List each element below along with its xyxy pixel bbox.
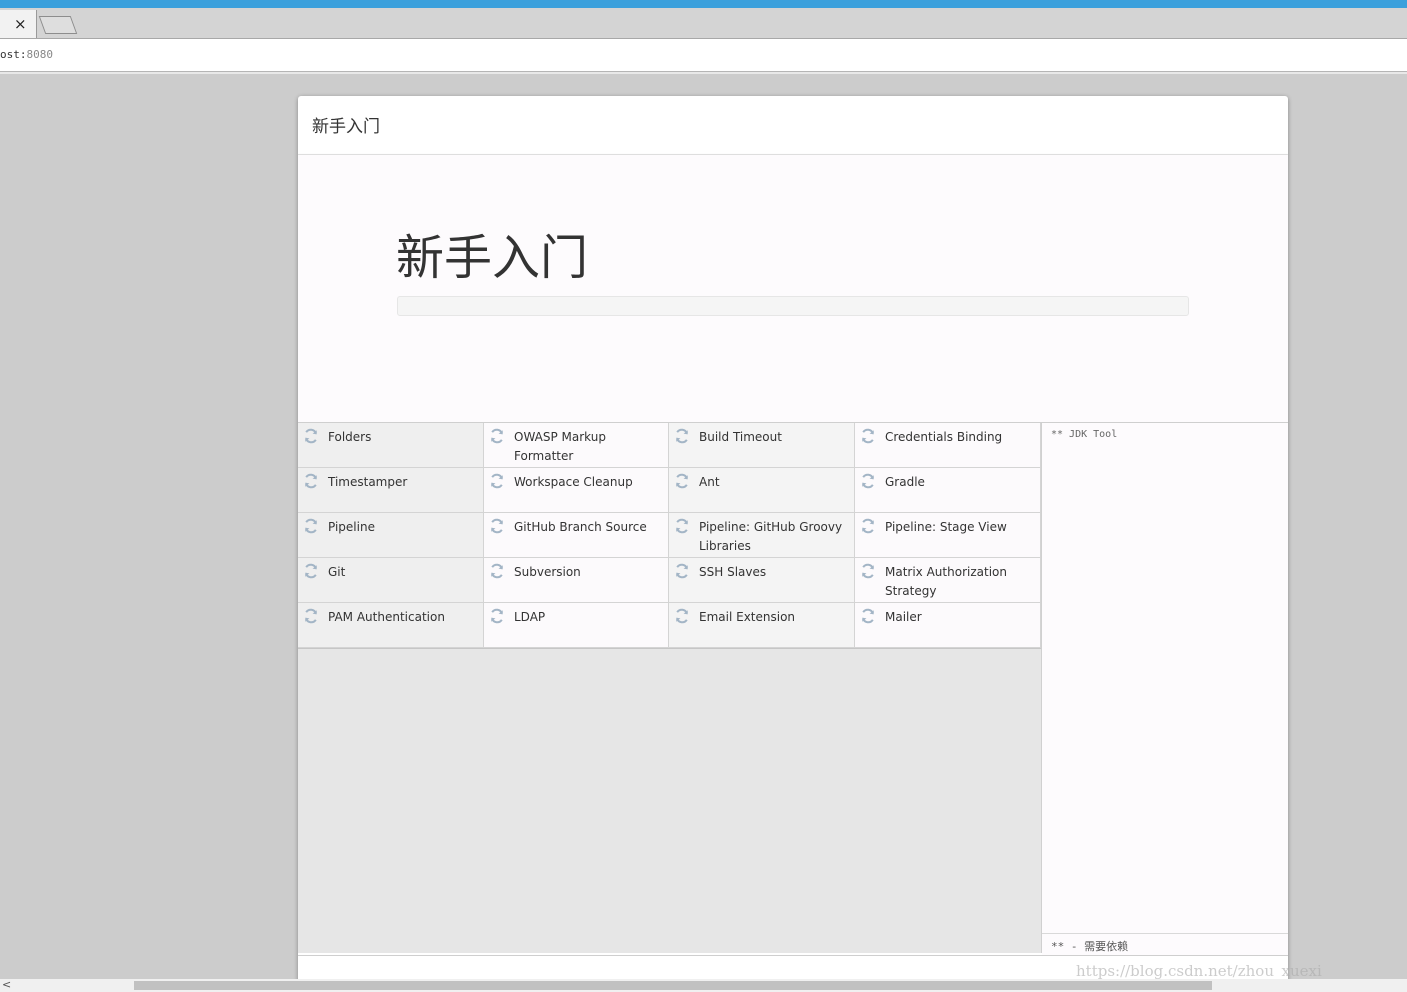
refresh-icon (305, 518, 317, 534)
plugin-item: PAM Authentication (298, 603, 484, 648)
plugin-name: Email Extension (699, 610, 796, 624)
plugin-name: Matrix Authorization Strategy (885, 565, 1007, 598)
dependency-legend: ** - 需要依赖 (1051, 940, 1129, 953)
close-tab-icon[interactable]: × (14, 14, 27, 34)
plugin-name: Timestamper (328, 475, 408, 489)
toolbar-divider (0, 72, 1407, 74)
plugin-name: Git (328, 565, 346, 579)
refresh-icon (305, 473, 317, 489)
refresh-icon (862, 563, 874, 579)
refresh-icon (862, 518, 874, 534)
plugin-name: LDAP (514, 610, 546, 624)
refresh-icon (862, 428, 874, 444)
plugin-item: Matrix Authorization Strategy (855, 558, 1041, 603)
refresh-icon (491, 563, 503, 579)
refresh-icon (862, 608, 874, 624)
scroll-left-icon[interactable]: < (2, 978, 11, 991)
plugin-item: SSH Slaves (669, 558, 855, 603)
plugin-item: Email Extension (669, 603, 855, 648)
refresh-icon (676, 563, 688, 579)
hero-title: 新手入门 (396, 230, 589, 286)
plugin-item: Subversion (484, 558, 669, 603)
new-tab-icon[interactable] (38, 16, 78, 34)
dialog-title: 新手入门 (312, 117, 380, 137)
scrollbar-thumb[interactable] (134, 981, 1212, 990)
refresh-icon (305, 428, 317, 444)
install-log-panel[interactable]: ** JDK Tool ** - 需要依赖 (1042, 423, 1288, 956)
plugin-name: PAM Authentication (328, 610, 445, 624)
plugin-name: Folders (328, 430, 372, 444)
refresh-icon (305, 563, 317, 579)
plugin-name: Mailer (885, 610, 922, 624)
plugin-item: Pipeline: GitHub Groovy Libraries (669, 513, 855, 558)
refresh-icon (676, 428, 688, 444)
hero-section: 新手入门 (298, 155, 1288, 423)
refresh-icon (305, 608, 317, 624)
refresh-icon (862, 473, 874, 489)
plugin-item: Pipeline (298, 513, 484, 558)
install-log-text: ** JDK Tool (1051, 429, 1118, 440)
install-log-legend: ** - 需要依赖 (1042, 933, 1288, 956)
refresh-icon (491, 608, 503, 624)
refresh-icon (491, 473, 503, 489)
plugin-name: Pipeline: Stage View (885, 520, 1007, 534)
plugin-item: Build Timeout (669, 423, 855, 468)
plugin-name: Gradle (885, 475, 925, 489)
setup-wizard-dialog: 新手入门 新手入门 Folders OWASP Markup Formatter B… (298, 96, 1288, 992)
refresh-icon (491, 428, 503, 444)
plugin-grid: Folders OWASP Markup Formatter Build Timeo… (298, 423, 1041, 649)
refresh-icon (676, 608, 688, 624)
plugin-item: OWASP Markup Formatter (484, 423, 669, 468)
plugin-item: Timestamper (298, 468, 484, 513)
refresh-icon (491, 518, 503, 534)
plugin-name: SSH Slaves (699, 565, 767, 579)
address-bar[interactable]: ost:8080 (0, 39, 1407, 72)
browser-accent-bar (0, 0, 1407, 8)
plugin-item: Gradle (855, 468, 1041, 513)
install-progress-bar (397, 296, 1189, 316)
plugin-name: Credentials Binding (885, 430, 1003, 444)
plugin-item: Mailer (855, 603, 1041, 648)
plugin-item: GitHub Branch Source (484, 513, 669, 558)
plugin-name: Pipeline: GitHub Groovy Libraries (699, 520, 843, 553)
plugin-name: Ant (699, 475, 720, 489)
plugin-item: Git (298, 558, 484, 603)
plugin-name: OWASP Markup Formatter (514, 430, 606, 463)
plugin-item: Folders (298, 423, 484, 468)
browser-tab[interactable]: × (0, 10, 37, 38)
plugin-name: Build Timeout (699, 430, 782, 444)
plugin-item: Workspace Cleanup (484, 468, 669, 513)
plugin-name: Workspace Cleanup (514, 475, 633, 489)
refresh-icon (676, 473, 688, 489)
horizontal-scrollbar[interactable]: < (0, 978, 1407, 992)
plugin-name: Subversion (514, 565, 581, 579)
plugin-item: LDAP (484, 603, 669, 648)
plugin-name: GitHub Branch Source (514, 520, 647, 534)
dialog-header: 新手入门 (298, 96, 1288, 155)
url-host: ost: (0, 48, 27, 61)
refresh-icon (676, 518, 688, 534)
plugin-list-area: Folders OWASP Markup Formatter Build Timeo… (298, 423, 1042, 953)
plugin-name: Pipeline (328, 520, 375, 534)
url-text: ost:8080 (0, 48, 53, 61)
watermark: https://blog.csdn.net/zhou_xuexi (1076, 962, 1322, 980)
plugin-item: Pipeline: Stage View (855, 513, 1041, 558)
url-port: 8080 (26, 48, 54, 61)
browser-tab-strip: × (0, 8, 1407, 39)
plugin-item: Credentials Binding (855, 423, 1041, 468)
plugin-item: Ant (669, 468, 855, 513)
